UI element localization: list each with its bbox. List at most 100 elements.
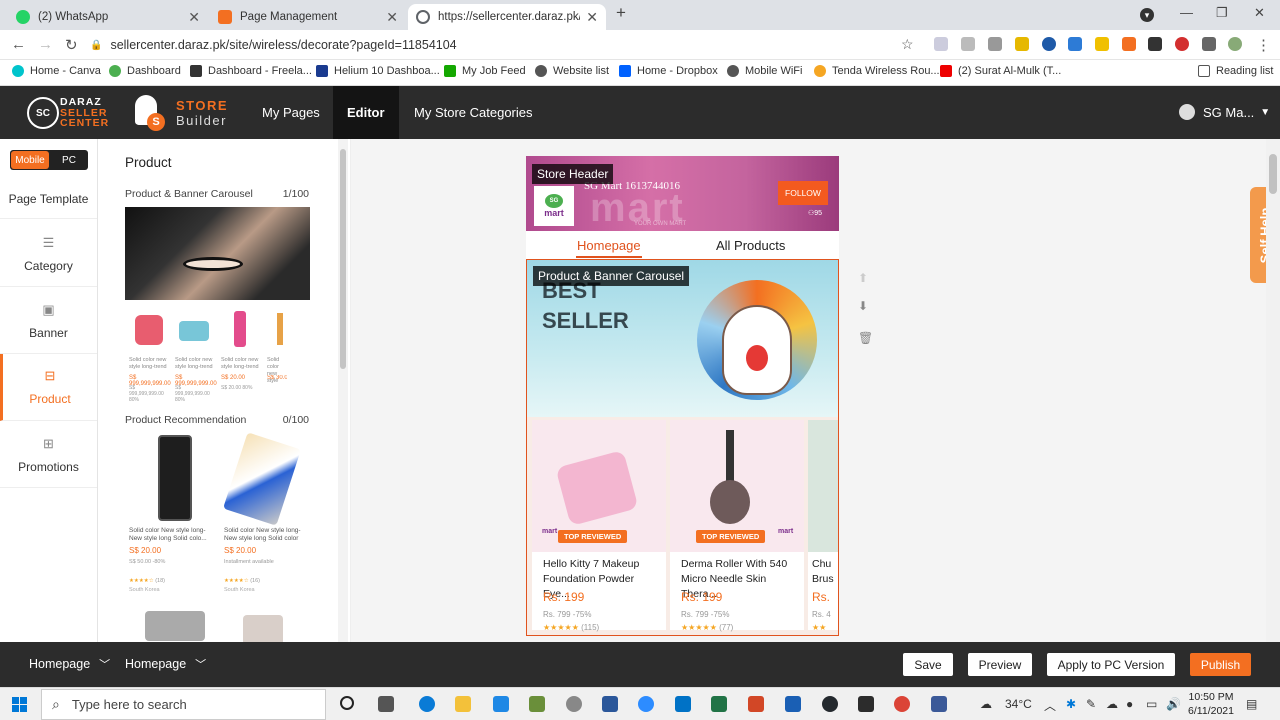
pen-icon[interactable]: ✎ [1086, 697, 1096, 711]
nav-page-template[interactable]: Page Template [0, 179, 97, 219]
word-icon[interactable] [602, 696, 618, 712]
product-card[interactable]: mart TOP REVIEWED Derma Roller With 540 … [670, 420, 804, 632]
extension-icon[interactable] [1148, 37, 1162, 51]
tab-search-icon[interactable]: ▾ [1140, 8, 1154, 22]
tab-all-products[interactable]: All Products [716, 238, 785, 253]
carousel-module[interactable]: BEST SELLER Product & Banner Carousel ma… [526, 259, 839, 636]
close-tab-icon[interactable]: ✕ [386, 9, 398, 26]
powerpoint-icon[interactable] [748, 696, 764, 712]
bookmark-item[interactable]: Tenda Wireless Rou... [814, 65, 940, 77]
zoom-icon[interactable] [638, 696, 654, 712]
profile-avatar-icon[interactable] [1228, 37, 1242, 51]
bookmark-item[interactable]: Website list [535, 65, 609, 77]
extension-icon[interactable] [1015, 37, 1029, 51]
canvas-scrollbar[interactable] [1266, 139, 1280, 642]
url-field[interactable]: 🔒 sellercenter.daraz.pk/site/wireless/de… [90, 33, 922, 57]
volume-icon[interactable]: 🔊 [1166, 697, 1181, 711]
bookmark-item[interactable]: Helium 10 Dashboa... [316, 65, 440, 77]
tab-homepage[interactable]: Homepage [577, 238, 641, 253]
user-menu[interactable]: SG Ma... ▼ [1179, 104, 1270, 120]
nav-banner[interactable]: ▣ Banner [0, 288, 97, 354]
follow-button[interactable]: FOLLOW [778, 181, 828, 205]
bookmark-item[interactable]: (2) Surat Al-Mulk (T... [940, 65, 1061, 77]
nav-my-store-categories[interactable]: My Store Categories [400, 86, 547, 139]
extension-icon[interactable] [1068, 37, 1082, 51]
minimize-icon[interactable]: — [1180, 5, 1193, 20]
weather-icon[interactable]: ☁ [980, 697, 992, 711]
browser-tab-page-management[interactable]: Page Management ✕ [210, 4, 406, 30]
bookmark-item[interactable]: Dashboard [109, 65, 181, 77]
mail-icon[interactable] [675, 696, 691, 712]
extension-icon[interactable] [988, 37, 1002, 51]
temperature[interactable]: 34°C [1005, 697, 1032, 711]
bluetooth-icon[interactable]: ✱ [1066, 697, 1076, 711]
delete-icon[interactable]: 🗑 [858, 331, 873, 345]
windows-start-icon[interactable] [12, 697, 27, 712]
maximize-icon[interactable]: ❐ [1216, 5, 1228, 21]
reload-icon[interactable]: ↻ [65, 36, 78, 54]
kebab-menu-icon[interactable]: ⋮ [1256, 36, 1271, 54]
extension-icon[interactable] [1175, 37, 1189, 51]
taskbar-search[interactable]: ⌕ Type here to search [41, 689, 326, 720]
github-icon[interactable] [822, 696, 838, 712]
close-window-icon[interactable]: ✕ [1254, 5, 1265, 21]
extension-icon[interactable] [1122, 37, 1136, 51]
new-tab-button[interactable]: + [616, 3, 626, 23]
product-card[interactable]: mart TOP REVIEWED Hello Kitty 7 Makeup F… [532, 420, 666, 632]
back-icon[interactable]: ← [11, 36, 26, 53]
close-tab-icon[interactable]: ✕ [188, 9, 200, 26]
extension-icon[interactable] [961, 37, 975, 51]
bookmark-item[interactable]: Home - Canva [12, 65, 101, 77]
notification-icon[interactable]: ▤ [1246, 697, 1257, 711]
scrollbar-thumb[interactable] [340, 149, 346, 369]
reading-list[interactable]: Reading list [1198, 65, 1273, 77]
seller-center-logo[interactable]: DARAZ SELLER CENTER [60, 97, 109, 129]
move-up-icon[interactable]: ⬆ [858, 271, 868, 285]
product-card[interactable]: Chu Brus Rs. Rs. 4 ★★ [808, 420, 838, 630]
task-view-icon[interactable] [378, 696, 394, 712]
cortana-icon[interactable] [340, 696, 354, 710]
store-header-module[interactable]: mart YOUR OWN MART SG mart SG Mart 16137… [526, 156, 839, 231]
cloud-icon[interactable]: ☁ [1106, 697, 1118, 711]
browser-tab-whatsapp[interactable]: (2) WhatsApp ✕ [8, 4, 208, 30]
extension-icon[interactable] [1095, 37, 1109, 51]
bookmark-item[interactable]: My Job Feed [444, 65, 526, 77]
bookmark-star-icon[interactable]: ☆ [901, 36, 914, 53]
toggle-mobile[interactable]: Mobile [11, 151, 49, 169]
puzzle-icon[interactable] [1202, 37, 1216, 51]
extension-icon[interactable] [934, 37, 948, 51]
excel-icon[interactable] [711, 696, 727, 712]
recommendation-component-thumbnail[interactable]: Solid color New style long-New style lon… [125, 432, 315, 642]
battery-icon[interactable]: ▭ [1146, 697, 1157, 711]
save-button[interactable]: Save [903, 653, 953, 676]
move-down-icon[interactable]: ⬇ [858, 299, 868, 313]
nav-my-pages[interactable]: My Pages [248, 86, 334, 139]
bookmark-item[interactable]: Home - Dropbox [619, 65, 718, 77]
apply-to-pc-button[interactable]: Apply to PC Version [1047, 653, 1175, 676]
bookmark-item[interactable]: Mobile WiFi [727, 65, 802, 77]
nav-editor[interactable]: Editor [333, 86, 399, 139]
extension-icon[interactable] [1042, 37, 1056, 51]
chrome-icon[interactable] [894, 696, 910, 712]
publish-button[interactable]: Publish [1190, 653, 1251, 676]
forward-icon[interactable]: → [38, 36, 53, 53]
nav-promotions[interactable]: ⊞ Promotions [0, 422, 97, 488]
tray-expand-icon[interactable]: ︿ [1044, 697, 1056, 714]
nav-product[interactable]: ⊟ Product [0, 354, 97, 421]
edge-icon[interactable] [419, 696, 435, 712]
mic-icon[interactable]: ● [1126, 697, 1133, 711]
carousel-component-thumbnail[interactable]: Solid color new style long-trend S$ 999,… [125, 207, 310, 403]
panel-scrollbar[interactable] [338, 139, 348, 642]
app-icon[interactable] [785, 696, 801, 712]
toggle-pc[interactable]: PC [50, 150, 88, 170]
file-explorer-icon[interactable] [455, 696, 471, 712]
close-tab-icon[interactable]: ✕ [586, 9, 598, 26]
nav-category[interactable]: ☰ Category [0, 221, 97, 287]
device-toggle[interactable]: Mobile PC [10, 150, 88, 170]
bookmark-item[interactable]: Dashboard - Freela... [190, 65, 312, 77]
clock[interactable]: 10:50 PM 6/11/2021 [1186, 690, 1236, 718]
preview-button[interactable]: Preview [968, 653, 1032, 676]
app-icon[interactable] [529, 696, 545, 712]
browser-tab-editor[interactable]: https://sellercenter.daraz.pk/site ✕ [408, 4, 606, 30]
page-selector[interactable]: Homepage ﹀ [29, 656, 110, 672]
